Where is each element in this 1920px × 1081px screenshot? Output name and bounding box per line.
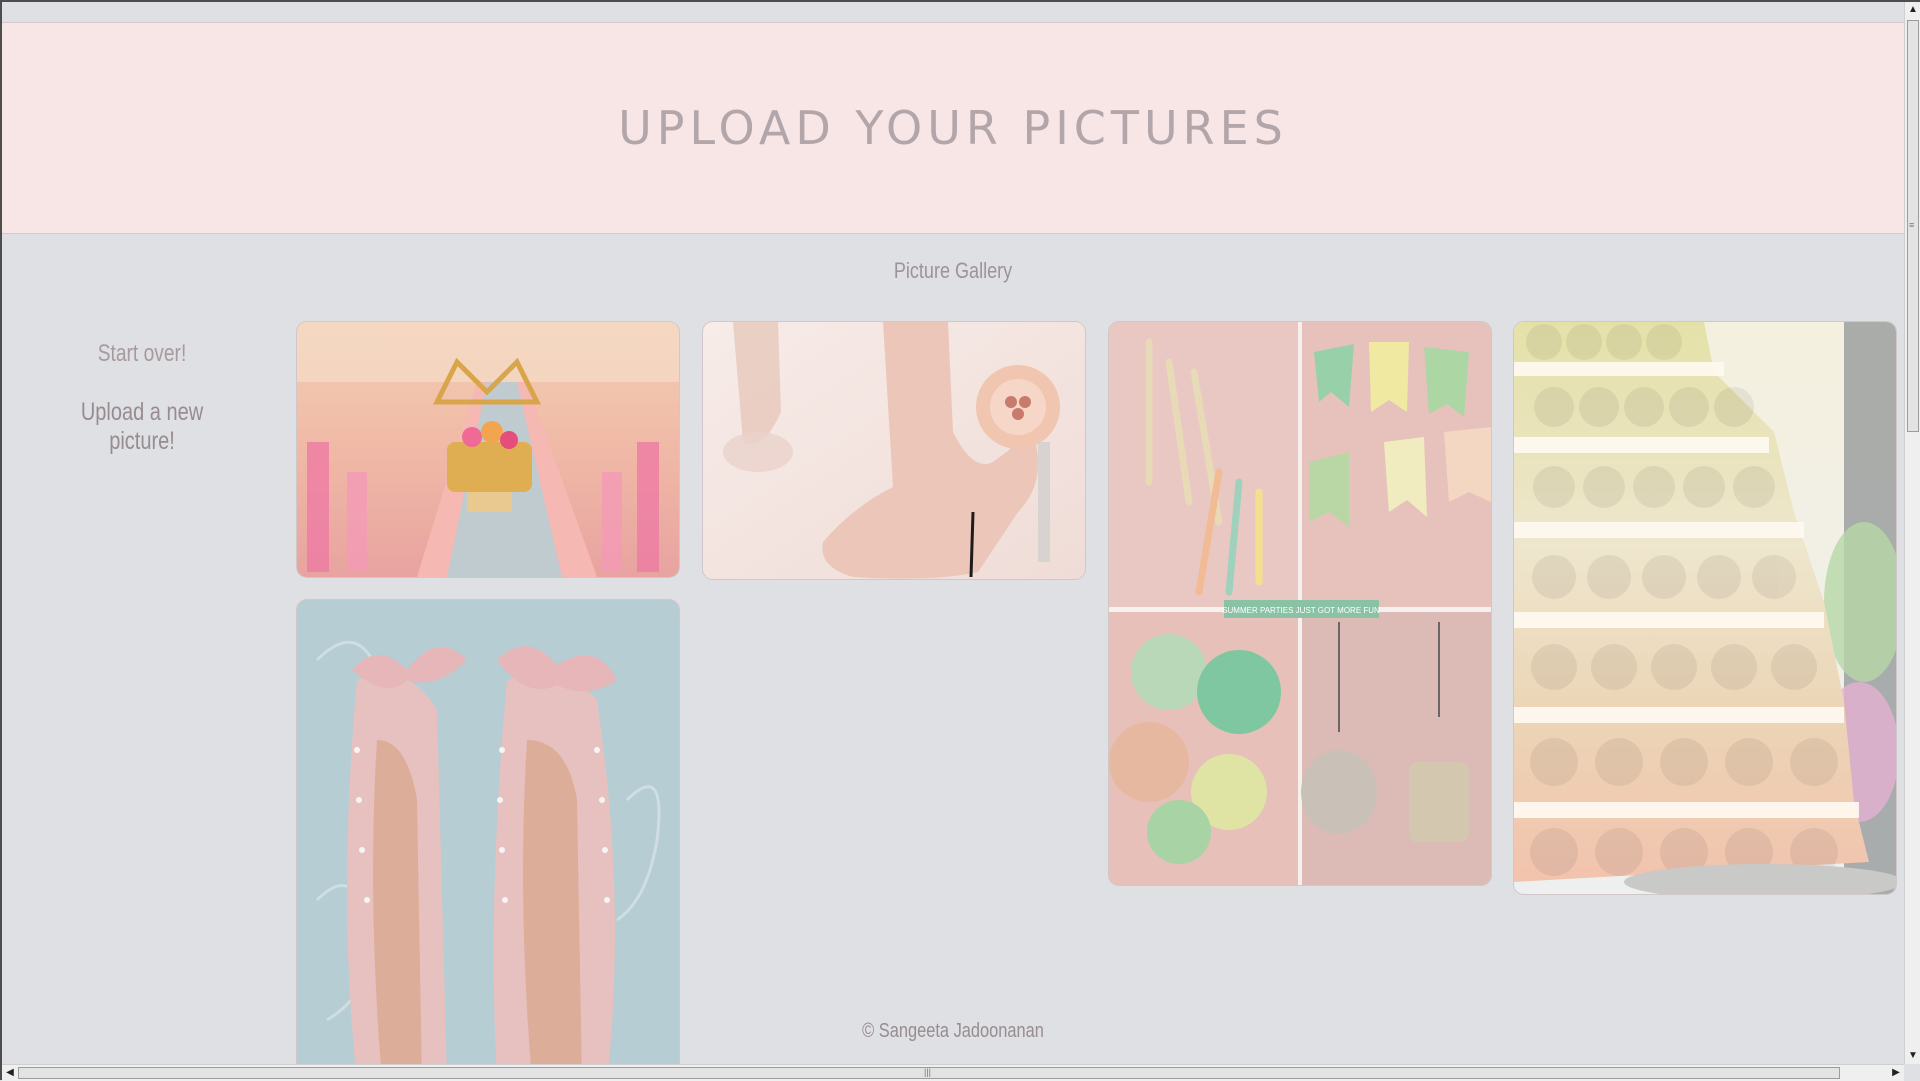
footer-copyright: © Sangeeta Jadoonanan [862,1020,1044,1042]
photo-summer-party-collage[interactable]: SUMMER PARTIES JUST GOT MORE FUN [1109,322,1491,885]
flower-heel-image [703,322,1085,579]
bow-shoes-image [297,600,679,1064]
sidebar: Start over! Upload a new picture! [22,340,262,456]
vertical-scrollbar[interactable]: ▲ ≡ ▼ [1904,2,1920,1064]
page-title: UPLOAD YOUR PICTURES [618,101,1288,155]
scroll-up-arrow-icon[interactable]: ▲ [1905,2,1920,18]
vertical-grip-icon: ≡ [1909,220,1915,230]
start-over-link[interactable]: Start over! [46,340,238,368]
party-collage-image: SUMMER PARTIES JUST GOT MORE FUN [1109,322,1491,885]
page-viewport: UPLOAD YOUR PICTURES Picture Gallery Sta… [2,2,1904,1064]
photo-pink-table-setting[interactable] [297,322,679,577]
upload-new-picture-link[interactable]: Upload a new picture! [46,398,238,456]
scroll-down-arrow-icon[interactable]: ▼ [1905,1048,1920,1064]
photo-cake-ball-tower[interactable] [1514,322,1896,894]
scroll-left-arrow-icon[interactable]: ◀ [2,1065,18,1081]
page-header: UPLOAD YOUR PICTURES [2,22,1904,234]
photo-pink-bow-shoes[interactable] [297,600,679,1064]
scroll-right-arrow-icon[interactable]: ▶ [1888,1065,1904,1081]
collage-caption: SUMMER PARTIES JUST GOT MORE FUN [1222,606,1380,615]
horizontal-grip-icon: ||| [924,1067,932,1077]
horizontal-scrollbar[interactable]: ◀ ||| ▶ [2,1064,1904,1081]
cake-tower-image [1514,322,1896,894]
photo-pink-flower-heel[interactable] [703,322,1085,579]
gallery-title: Picture Gallery [893,258,1013,283]
table-setting-image [297,322,679,577]
